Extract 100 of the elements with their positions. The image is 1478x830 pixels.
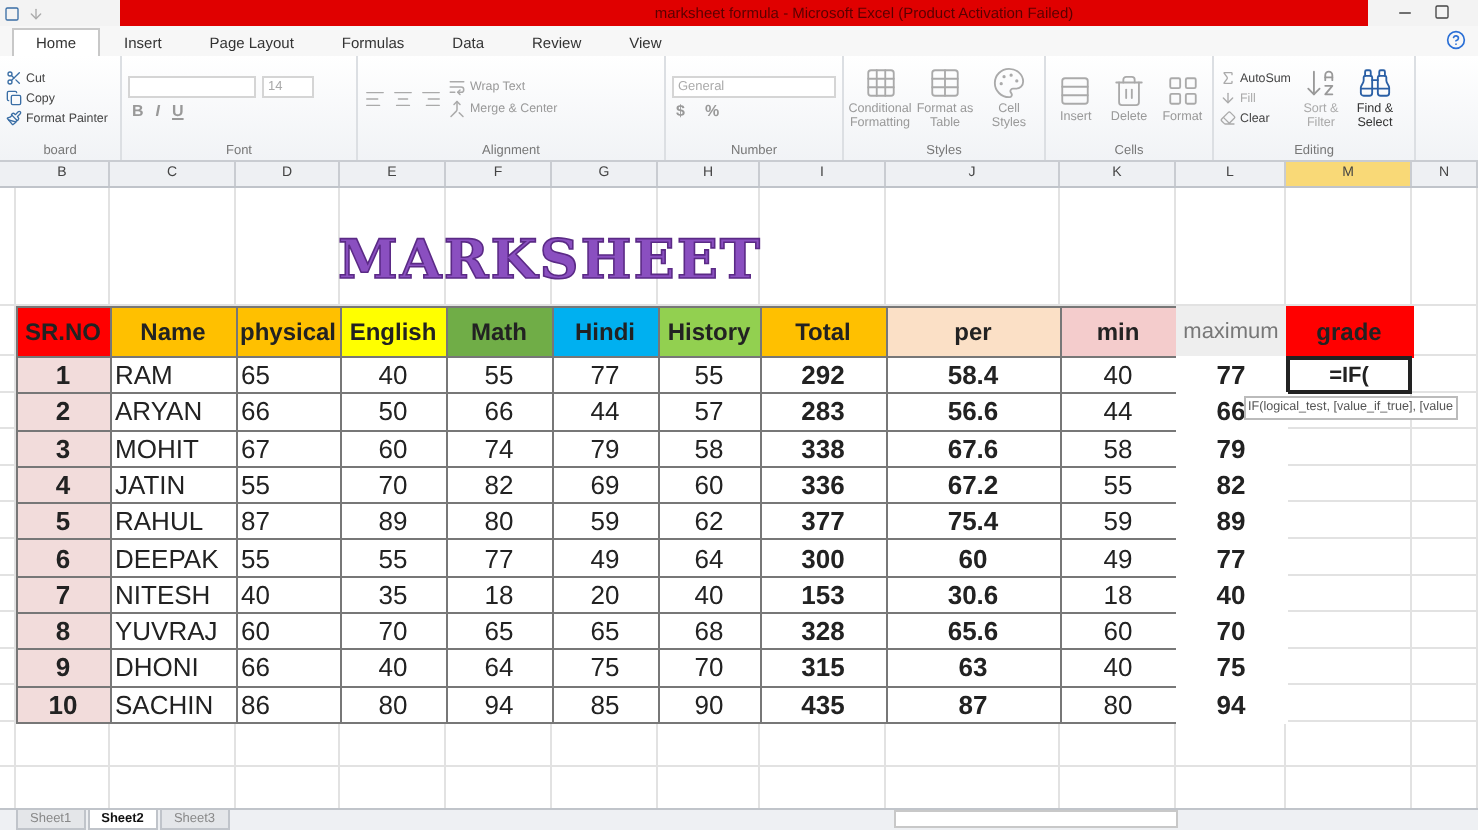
table-cell: 30.6 xyxy=(885,575,1061,614)
table-cell: 80 xyxy=(339,685,447,724)
table-cell: DEEPAK xyxy=(109,538,237,578)
table-cell: RAHUL xyxy=(109,502,237,541)
table-cell: 87 xyxy=(885,685,1061,724)
table-cell: 58 xyxy=(657,429,761,468)
sheet-title: MARKSHEET xyxy=(338,231,763,291)
header-cell: grade xyxy=(1285,305,1413,358)
table-cell: 89 xyxy=(1175,502,1287,541)
align-icon[interactable] xyxy=(364,87,386,110)
table-cell: 74 xyxy=(445,429,553,468)
table-cell: 435 xyxy=(759,685,887,724)
table-cell: 64 xyxy=(657,538,761,578)
header-cell: Total xyxy=(759,305,887,358)
sort-icon xyxy=(1303,66,1338,101)
header-cell: physical xyxy=(235,305,341,358)
arrow-down-icon xyxy=(1220,90,1236,107)
active-cell[interactable]: =IF( xyxy=(1286,356,1412,394)
help-icon[interactable] xyxy=(1446,30,1466,50)
table-cell: 40 xyxy=(1059,648,1177,688)
table-cell: 1 xyxy=(15,355,111,395)
table-cell: 87 xyxy=(235,502,341,541)
header-cell: per xyxy=(885,305,1061,358)
table-cell: 79 xyxy=(1175,429,1287,468)
table-cell: 49 xyxy=(1059,538,1177,578)
header-cell: min xyxy=(1059,305,1177,358)
table-cell: 50 xyxy=(339,392,447,431)
table-cell: 10 xyxy=(15,685,111,724)
table-icon xyxy=(928,66,962,101)
table-cell: 56.6 xyxy=(885,392,1061,431)
table-cell: 57 xyxy=(657,392,761,431)
table-cell: 58 xyxy=(1059,429,1177,468)
table-cell: 67 xyxy=(235,429,341,468)
table-cell: MOHIT xyxy=(109,429,237,468)
align-icon[interactable] xyxy=(392,87,414,110)
table-cell: 59 xyxy=(551,502,659,541)
grid-icon xyxy=(1165,73,1200,108)
table-cell: 153 xyxy=(759,575,887,614)
rows-icon xyxy=(1058,73,1093,108)
table-cell: 66 xyxy=(445,392,553,431)
table-cell: 62 xyxy=(657,502,761,541)
table-cell: 67.6 xyxy=(885,429,1061,468)
header-cell: Hindi xyxy=(551,305,659,358)
table-cell: 20 xyxy=(551,575,659,614)
table-cell: 40 xyxy=(339,648,447,688)
table-cell: 283 xyxy=(759,392,887,431)
table-cell: 18 xyxy=(1059,575,1177,614)
sigma-icon xyxy=(1220,70,1236,87)
table-cell: 79 xyxy=(551,429,659,468)
font-name-field[interactable] xyxy=(128,76,256,99)
table-cell: 59 xyxy=(1059,502,1177,541)
table-cell: 77 xyxy=(1175,538,1287,578)
table-cell: 55 xyxy=(339,538,447,578)
table-cell: 7 xyxy=(15,575,111,614)
table-cell: 60 xyxy=(339,429,447,468)
grid-icon xyxy=(863,66,897,101)
copy-icon xyxy=(6,90,22,107)
table-cell: 85 xyxy=(551,685,659,724)
table-cell: 70 xyxy=(657,648,761,688)
table-cell: 75 xyxy=(551,648,659,688)
table-cell: 66 xyxy=(235,648,341,688)
table-cell: 8 xyxy=(15,611,111,651)
paintbrush-icon xyxy=(6,110,22,127)
table-cell: 94 xyxy=(1175,685,1287,724)
eraser-icon xyxy=(1220,110,1236,127)
restore-icon[interactable] xyxy=(1434,4,1450,22)
palette-icon xyxy=(992,66,1026,101)
table-cell: 40 xyxy=(1175,575,1287,614)
align-icon[interactable] xyxy=(420,87,442,110)
table-cell: NITESH xyxy=(109,575,237,614)
merge-icon xyxy=(448,100,466,119)
table-cell: 80 xyxy=(445,502,553,541)
table-cell: 60 xyxy=(885,538,1061,578)
table-cell: 44 xyxy=(1059,392,1177,431)
table-cell: 55 xyxy=(235,538,341,578)
table-cell: 90 xyxy=(657,685,761,724)
table-cell: 94 xyxy=(445,685,553,724)
table-cell: 86 xyxy=(235,685,341,724)
table-cell: 77 xyxy=(445,538,553,578)
table-cell: 3 xyxy=(15,429,111,468)
table-cell: 44 xyxy=(551,392,659,431)
horizontal-scrollbar[interactable] xyxy=(894,810,1178,829)
header-cell: maximum xyxy=(1175,305,1287,358)
table-cell: 66 xyxy=(235,392,341,431)
table-cell: 9 xyxy=(15,648,111,688)
header-cell: SR.NO xyxy=(15,305,111,358)
table-cell: SACHIN xyxy=(109,685,237,724)
table-cell: 63 xyxy=(885,648,1061,688)
table-cell: 4 xyxy=(15,465,111,505)
trash-icon xyxy=(1112,73,1146,108)
table-cell: 49 xyxy=(551,538,659,578)
header-cell: Math xyxy=(445,305,553,358)
table-cell: 35 xyxy=(339,575,447,614)
table-cell: 75.4 xyxy=(885,502,1061,541)
table-cell: 18 xyxy=(445,575,553,614)
table-cell: 89 xyxy=(339,502,447,541)
table-cell: ARYAN xyxy=(109,392,237,431)
table-cell: 64 xyxy=(445,648,553,688)
table-cell: 300 xyxy=(759,538,887,578)
table-cell: 338 xyxy=(759,429,887,468)
